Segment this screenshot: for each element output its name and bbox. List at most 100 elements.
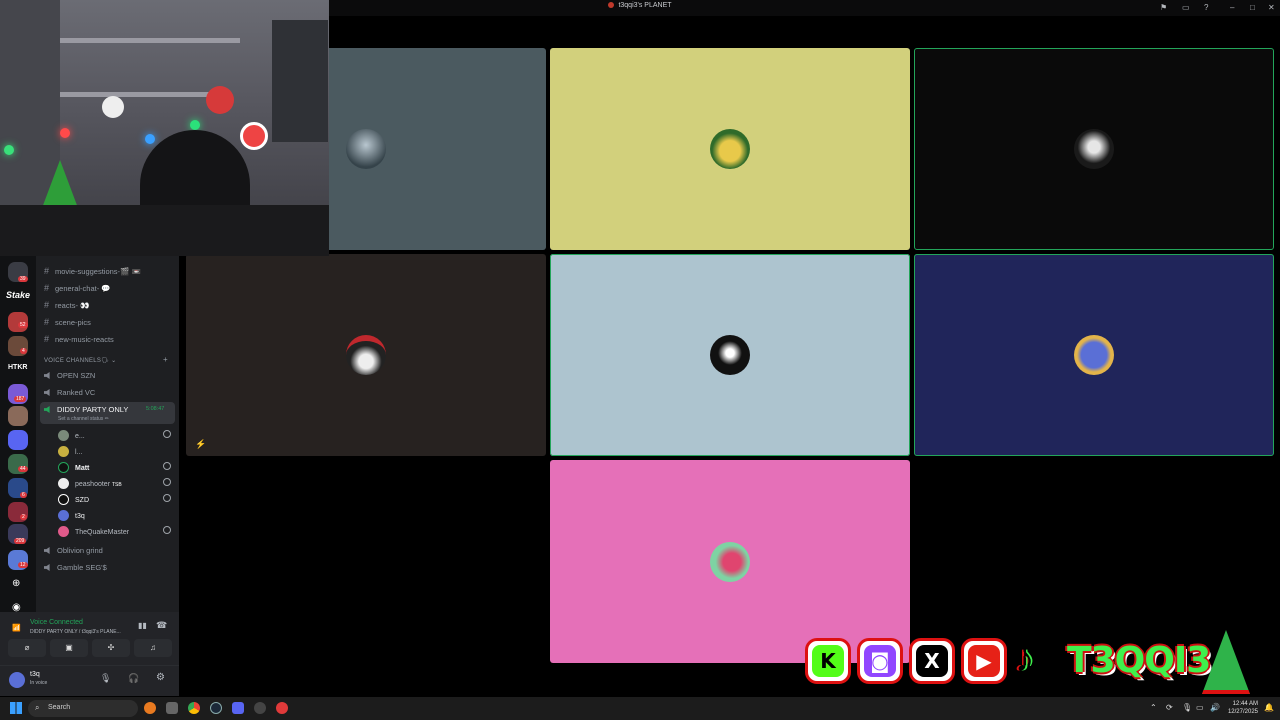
tray-chevron-icon[interactable]: ⌃ (1150, 703, 1157, 712)
channel-status[interactable]: Set a channel status ✏ (58, 416, 109, 422)
voice-status: Voice Connected (30, 619, 83, 626)
chrome-icon[interactable] (188, 702, 200, 714)
maximize-button[interactable]: □ (1250, 3, 1255, 12)
server-icon[interactable] (8, 406, 28, 426)
video-tile-6[interactable] (914, 254, 1274, 456)
steam-icon[interactable] (210, 702, 222, 714)
desk (0, 205, 329, 256)
x-icon: X (909, 638, 955, 684)
channel-movie-suggestions[interactable]: # movie-suggestions-🎬 📼 (44, 266, 141, 276)
app-icon[interactable] (276, 702, 288, 714)
minimize-button[interactable]: – (1230, 3, 1234, 12)
discord-icon[interactable] (232, 702, 244, 714)
member-name: l... (75, 449, 83, 456)
member-item[interactable]: Matt (58, 462, 171, 473)
xbox-icon (163, 430, 171, 438)
speaker-icon (44, 547, 50, 554)
member-item[interactable]: TheQuakeMaster (58, 526, 171, 537)
search-icon: ⌕ (35, 703, 40, 712)
youtube-icon: ▶ (961, 638, 1007, 684)
avatar (58, 430, 69, 441)
disconnect-icon[interactable]: ☎ (156, 620, 167, 631)
channel-general-chat[interactable]: # general-chat- 💬 (44, 283, 111, 293)
flag-icon[interactable]: ⚑ (1160, 3, 1167, 12)
user-avatar[interactable] (9, 672, 25, 688)
firefox-icon[interactable] (144, 702, 156, 714)
video-tile-3[interactable] (914, 48, 1274, 250)
server-icon[interactable] (8, 430, 28, 450)
poster (272, 20, 328, 142)
username: t3q (30, 671, 40, 678)
help-icon[interactable]: ? (1204, 3, 1208, 12)
headphones-icon[interactable]: 🎧 (128, 673, 139, 684)
network-icon[interactable]: ▭ (1196, 703, 1204, 712)
category-label: VOICE CHANNELS🗣 (44, 358, 110, 364)
voice-channel-gamble[interactable]: Gamble SEG'$ (44, 563, 107, 572)
participant-avatar (1074, 335, 1114, 375)
member-item[interactable]: l... (58, 446, 82, 457)
badge: 6 (20, 492, 27, 498)
server-icon (608, 2, 615, 8)
video-tile-5[interactable] (550, 254, 910, 456)
christmas-light (60, 128, 70, 138)
badge: 44 (18, 466, 28, 472)
camera-button[interactable]: ⌀ (8, 639, 46, 657)
mute-icon: ⚡ (195, 439, 207, 449)
voice-category[interactable]: VOICE CHANNELS🗣 ⌄ (44, 357, 116, 364)
channel-scene-pics[interactable]: # scene-pics (44, 317, 91, 327)
video-tile-4[interactable]: ⚡ (186, 254, 546, 456)
signal-icon[interactable]: 📶 (12, 624, 21, 632)
clock[interactable]: 12:44 AM 12/27/2025 (1228, 700, 1258, 716)
webcam-overlay (0, 0, 329, 256)
avatar (58, 526, 69, 537)
user-status: In voice (30, 680, 48, 686)
avatar (58, 494, 69, 505)
volume-icon[interactable]: 🔊 (1210, 703, 1220, 712)
member-item[interactable]: SZD (58, 494, 171, 505)
christmas-light (4, 145, 14, 155)
microphone-tray-icon[interactable]: 🎙 (1182, 703, 1192, 712)
voice-channel-oblivion-grind[interactable]: Oblivion grind (44, 546, 103, 555)
member-name: e... (75, 433, 85, 440)
obs-icon[interactable] (254, 702, 266, 714)
inbox-icon[interactable]: ▭ (1182, 3, 1190, 12)
add-server-icon[interactable]: ⊕ (12, 578, 20, 589)
add-channel-icon[interactable]: + (163, 355, 168, 364)
screen-share-button[interactable]: ▣ (50, 639, 88, 657)
settings-gear-icon[interactable]: ⚙ (156, 672, 165, 683)
voice-channel-name[interactable]: DIDDY PARTY ONLY / t3qqi3's PLANE... (30, 629, 130, 635)
avatar (58, 478, 69, 489)
voice-channel-ranked-vc[interactable]: Ranked VC (44, 388, 95, 397)
xbox-icon (163, 462, 171, 470)
twitch-icon: ◙ (857, 638, 903, 684)
member-name: Matt (75, 465, 90, 472)
badge: 187 (14, 396, 27, 402)
notification-icon[interactable]: 🔔 (1264, 703, 1274, 712)
server-stake[interactable]: Stake (6, 290, 30, 300)
member-name: SZD (75, 497, 89, 504)
badge: 4 (20, 348, 27, 354)
avatar (58, 446, 69, 457)
microphone-icon[interactable]: 🎙 (100, 673, 111, 684)
participant-avatar (1074, 129, 1114, 169)
activities-button[interactable]: ✣ (92, 639, 130, 657)
voice-channel-open-szn[interactable]: OPEN SZN (44, 371, 95, 380)
member-item[interactable]: peashooter TSB (58, 478, 171, 489)
ornament (206, 86, 234, 114)
close-button[interactable]: ✕ (1268, 3, 1275, 12)
clock-time: 12:44 AM (1232, 701, 1258, 707)
channel-label: reacts- 👀 (55, 301, 90, 310)
hash-icon: # (44, 266, 50, 276)
soundboard-button[interactable]: ♫ (134, 639, 172, 657)
member-item[interactable]: e... (58, 430, 171, 441)
video-tile-2[interactable] (550, 48, 910, 250)
windows-start-icon[interactable] (10, 702, 22, 714)
noise-suppression-icon[interactable]: ▮▮ (138, 621, 147, 630)
channel-reacts[interactable]: # reacts- 👀 (44, 300, 89, 310)
server-htkr[interactable]: HTKR (8, 364, 27, 371)
channel-new-music-reacts[interactable]: # new-music-reacts (44, 334, 114, 344)
taskbar-search[interactable]: ⌕ Search (28, 700, 138, 717)
member-item[interactable]: t3q (58, 510, 85, 521)
app-icon[interactable] (166, 702, 178, 714)
sync-icon[interactable]: ⟳ (1166, 703, 1173, 712)
